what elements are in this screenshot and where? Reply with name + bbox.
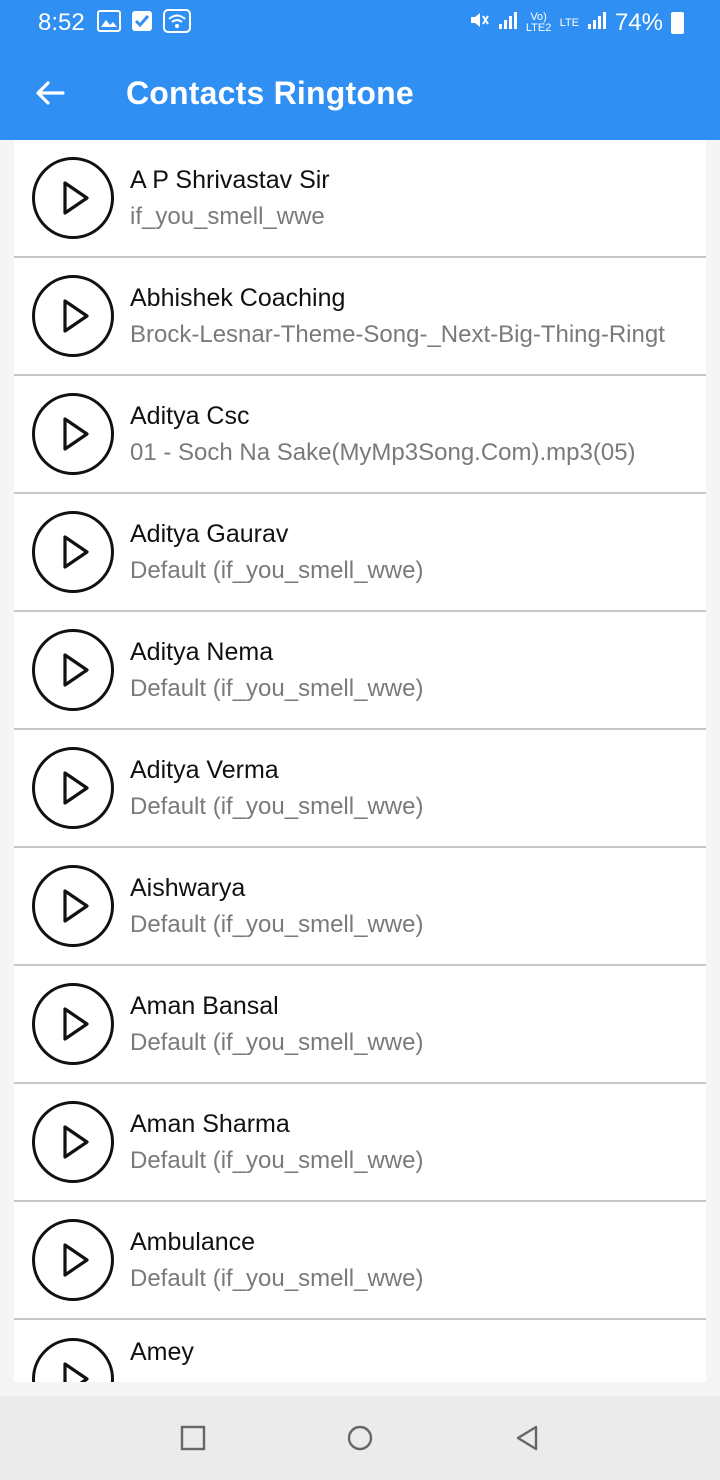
signal-icon bbox=[498, 9, 518, 37]
list-item[interactable]: Ambulance Default (if_you_smell_wwe) bbox=[14, 1202, 706, 1320]
contact-name: Aman Sharma bbox=[130, 1109, 290, 1138]
ringtone-name: if_you_smell_wwe bbox=[130, 202, 325, 230]
back-button[interactable] bbox=[0, 46, 100, 140]
play-button[interactable] bbox=[32, 983, 114, 1065]
ringtone-name: Default (if_you_smell_wwe) bbox=[130, 1028, 424, 1056]
contact-name: Aishwarya bbox=[130, 873, 246, 902]
ringtone-name: Default (if_you_smell_wwe) bbox=[130, 1146, 424, 1174]
play-button[interactable] bbox=[32, 865, 114, 947]
play-icon bbox=[63, 771, 89, 805]
list-item[interactable]: Aditya Csc 01 - Soch Na Sake(MyMp3Song.C… bbox=[14, 376, 706, 494]
play-button[interactable] bbox=[32, 1219, 114, 1301]
contact-name: Abhishek Coaching bbox=[130, 283, 346, 312]
page-title: Contacts Ringtone bbox=[126, 74, 414, 111]
ringtone-name: Default (if_you_smell_wwe) bbox=[130, 1264, 424, 1292]
list-item[interactable]: Aman Bansal Default (if_you_smell_wwe) bbox=[14, 966, 706, 1084]
contacts-list[interactable]: A P Shrivastav Sir if_you_smell_wwe Abhi… bbox=[14, 140, 706, 1382]
app-bar: Contacts Ringtone bbox=[0, 46, 720, 140]
ringtone-name: 01 - Soch Na Sake(MyMp3Song.Com).mp3(05) bbox=[130, 438, 636, 466]
recents-button[interactable] bbox=[163, 1408, 223, 1468]
play-icon bbox=[63, 1243, 89, 1277]
play-button[interactable] bbox=[32, 747, 114, 829]
list-item[interactable]: Aditya Gaurav Default (if_you_smell_wwe) bbox=[14, 494, 706, 612]
contact-name: Aditya Gaurav bbox=[130, 519, 289, 548]
home-circle-icon bbox=[347, 1425, 373, 1451]
status-time: 8:52 bbox=[38, 9, 85, 36]
volte-icon: Vo) LTE2 bbox=[525, 11, 552, 34]
play-button[interactable] bbox=[32, 1101, 114, 1183]
play-button[interactable] bbox=[32, 393, 114, 475]
list-item[interactable]: Aditya Verma Default (if_you_smell_wwe) bbox=[14, 730, 706, 848]
list-item[interactable]: Aditya Nema Default (if_you_smell_wwe) bbox=[14, 612, 706, 730]
play-icon bbox=[63, 1362, 89, 1382]
play-icon bbox=[63, 417, 89, 451]
play-button[interactable] bbox=[32, 629, 114, 711]
signal-icon bbox=[587, 9, 607, 37]
play-icon bbox=[63, 535, 89, 569]
contact-name: Amey bbox=[130, 1338, 194, 1366]
check-box-icon bbox=[131, 10, 153, 37]
recents-square-icon bbox=[181, 1425, 206, 1451]
contact-name: Aman Bansal bbox=[130, 991, 279, 1020]
play-icon bbox=[63, 653, 89, 687]
navigation-bar bbox=[0, 1396, 720, 1480]
system-back-button[interactable] bbox=[497, 1408, 557, 1468]
back-triangle-icon bbox=[516, 1425, 537, 1451]
contact-name: Aditya Csc bbox=[130, 401, 250, 430]
list-item[interactable]: Abhishek Coaching Brock-Lesnar-Theme-Son… bbox=[14, 258, 706, 376]
gallery-icon bbox=[96, 9, 121, 37]
battery-percent: 74% bbox=[614, 9, 663, 36]
ringtone-name: Default (if_you_smell_wwe) bbox=[130, 792, 424, 820]
status-bar: 8:52 Vo) LTE2 LTE 74% bbox=[0, 0, 720, 46]
home-button[interactable] bbox=[330, 1408, 390, 1468]
ringtone-name: Default (if_you_smell_wwe) bbox=[130, 910, 424, 938]
ringtone-name: Brock-Lesnar-Theme-Song-_Next-Big-Thing-… bbox=[130, 320, 665, 348]
ringtone-name: Default (if_you_smell_wwe) bbox=[130, 556, 424, 584]
play-icon bbox=[63, 1125, 89, 1159]
play-button[interactable] bbox=[32, 157, 114, 239]
battery-icon bbox=[671, 12, 684, 34]
contact-name: Aditya Nema bbox=[130, 637, 274, 666]
contact-name: Ambulance bbox=[130, 1227, 256, 1256]
mute-icon bbox=[468, 9, 490, 38]
contact-name: Aditya Verma bbox=[130, 755, 279, 784]
ringtone-name: Default (if_you_smell_wwe) bbox=[130, 674, 424, 702]
arrow-back-icon bbox=[36, 81, 65, 105]
list-item[interactable]: Aman Sharma Default (if_you_smell_wwe) bbox=[14, 1084, 706, 1202]
contact-name: A P Shrivastav Sir bbox=[130, 165, 330, 194]
play-icon bbox=[63, 1007, 89, 1041]
play-button[interactable] bbox=[32, 275, 114, 357]
lte-icon: LTE bbox=[559, 16, 579, 29]
play-button[interactable] bbox=[32, 511, 114, 593]
play-icon bbox=[63, 181, 89, 215]
list-item[interactable]: A P Shrivastav Sir if_you_smell_wwe bbox=[14, 140, 706, 258]
play-icon bbox=[63, 889, 89, 923]
play-icon bbox=[63, 299, 89, 333]
list-item[interactable]: Amey bbox=[14, 1320, 706, 1382]
list-item[interactable]: Aishwarya Default (if_you_smell_wwe) bbox=[14, 848, 706, 966]
play-button[interactable] bbox=[32, 1338, 114, 1382]
wifi-icon bbox=[162, 8, 191, 38]
